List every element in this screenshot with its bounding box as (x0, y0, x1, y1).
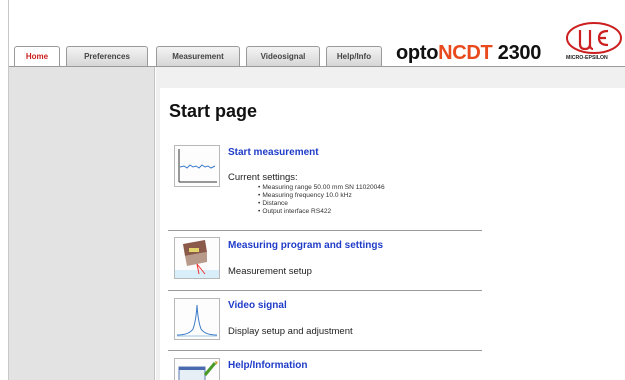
logo-text: MICRO-EPSILON (566, 55, 608, 61)
tab-videosignal[interactable]: Videosignal (246, 46, 320, 66)
page-title: Start page (169, 101, 258, 121)
product-brand: optoNCDT 2300 (396, 42, 541, 65)
brand-highlight: NCDT (438, 42, 493, 64)
setting-item: Output interface RS422 (258, 208, 385, 216)
start-measurement-thumbnail[interactable] (174, 145, 220, 187)
tab-measurement[interactable]: Measurement (156, 46, 240, 66)
current-settings-label: Current settings: (228, 172, 298, 183)
separator (168, 350, 482, 351)
measurement-graph-icon (178, 149, 217, 183)
display-setup-text: Display setup and adjustment (228, 326, 353, 337)
separator (168, 290, 482, 291)
measurement-setup-text: Measurement setup (228, 266, 312, 277)
video-signal-thumbnail[interactable] (174, 298, 220, 340)
setting-item: Measuring range 50.00 mm SN 11020046 (258, 184, 384, 192)
video-signal-peak-icon (176, 304, 218, 337)
help-info-icon (178, 361, 218, 380)
sensor-laser-icon (175, 240, 219, 278)
measuring-program-thumbnail[interactable] (174, 237, 220, 279)
brand-prefix: opto (396, 42, 439, 64)
tab-preferences[interactable]: Preferences (66, 46, 148, 66)
help-information-thumbnail[interactable] (174, 358, 220, 380)
current-settings-list: Measuring range 50.00 mm SN 11020046 Mea… (258, 184, 385, 216)
tab-home[interactable]: Home (14, 46, 60, 66)
brand-suffix: 2300 (492, 42, 542, 64)
tab-help-info[interactable]: Help/Info (326, 46, 382, 66)
help-information-link[interactable]: Help/Information (228, 360, 307, 371)
separator (168, 230, 482, 231)
setting-item: Distance (258, 200, 385, 208)
video-signal-link[interactable]: Video signal (228, 300, 287, 311)
measuring-program-link[interactable]: Measuring program and settings (228, 240, 383, 251)
start-measurement-link[interactable]: Start measurement (228, 147, 319, 158)
sidebar (9, 67, 155, 380)
setting-item: Measuring frequency 10.0 kHz (258, 192, 385, 200)
